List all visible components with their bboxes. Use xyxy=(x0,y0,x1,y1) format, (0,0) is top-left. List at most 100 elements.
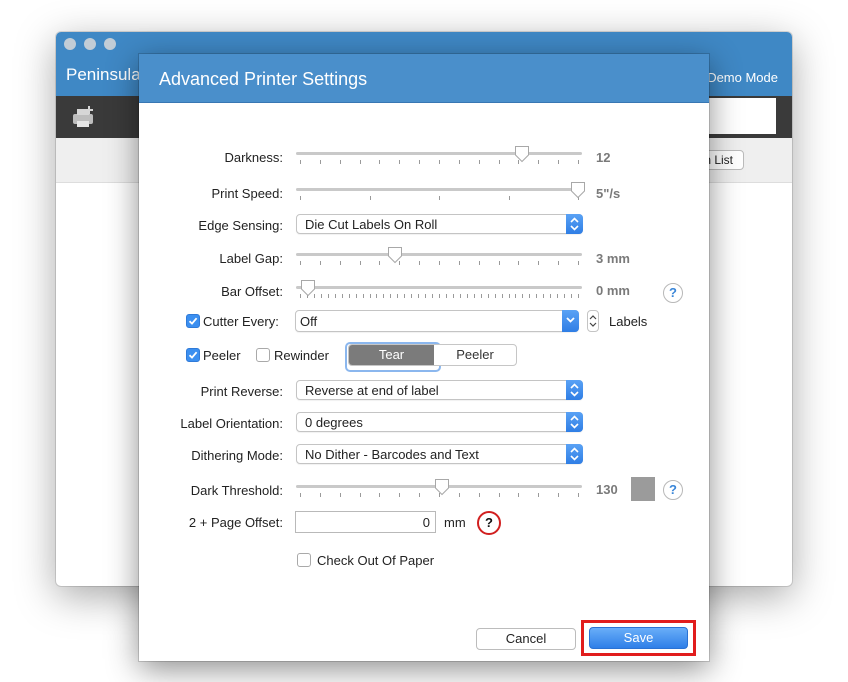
cutter-every-checkbox[interactable] xyxy=(186,314,200,328)
cutter-every-value: Off xyxy=(300,314,318,329)
slider-tick xyxy=(536,294,538,298)
rewinder-checkbox[interactable] xyxy=(256,348,270,362)
peeler-checkbox[interactable] xyxy=(186,348,200,362)
stepper-arrows-icon xyxy=(589,315,597,327)
zoom-window-icon[interactable] xyxy=(104,38,116,50)
dialog-header: Advanced Printer Settings xyxy=(139,54,709,103)
slider-tick xyxy=(518,261,520,265)
slider-tick xyxy=(439,196,440,200)
slider-tick xyxy=(578,294,579,298)
slider-thumb[interactable] xyxy=(514,145,530,163)
slider-tick xyxy=(327,294,329,298)
bar-offset-slider[interactable] xyxy=(296,280,582,302)
slider-thumb[interactable] xyxy=(570,181,586,199)
slider-track xyxy=(296,188,582,191)
slider-tick xyxy=(564,294,566,298)
label-orientation-value: 0 degrees xyxy=(305,415,363,430)
slider-tick xyxy=(478,261,480,265)
slider-tick xyxy=(508,196,510,200)
cutter-every-label: Cutter Every: xyxy=(203,314,279,329)
label-gap-slider[interactable] xyxy=(296,247,582,269)
minimize-window-icon[interactable] xyxy=(84,38,96,50)
slider-tick xyxy=(543,294,545,298)
slider-tick xyxy=(411,294,413,298)
cutter-every-select[interactable]: Off xyxy=(295,310,579,332)
print-reverse-select[interactable]: Reverse at end of label xyxy=(296,380,583,400)
cutter-every-stepper[interactable] xyxy=(587,310,599,332)
slider-tick xyxy=(459,294,461,298)
slider-tick xyxy=(473,294,475,298)
slider-thumb[interactable] xyxy=(434,478,450,496)
slider-tick xyxy=(558,261,560,265)
segment-tear[interactable]: Tear xyxy=(349,345,434,365)
slider-tick xyxy=(300,261,301,265)
edge-sensing-select[interactable]: Die Cut Labels On Roll xyxy=(296,214,583,234)
slider-tick xyxy=(558,493,560,497)
slider-track xyxy=(296,286,582,289)
slider-tick xyxy=(320,294,322,298)
slider-tick xyxy=(319,160,321,164)
slider-tick xyxy=(529,294,531,298)
print-reverse-label: Print Reverse: xyxy=(200,384,283,399)
slider-tick xyxy=(439,160,440,164)
tear-peeler-segmented-control[interactable]: Tear Peeler xyxy=(348,344,517,366)
dark-threshold-value: 130 xyxy=(596,482,618,497)
bar-offset-help-button[interactable]: ? xyxy=(663,283,683,303)
darkness-label: Darkness: xyxy=(224,150,283,165)
save-button[interactable]: Save xyxy=(589,627,688,649)
slider-thumb[interactable] xyxy=(387,246,403,264)
slider-tick xyxy=(300,160,301,164)
slider-tick xyxy=(518,493,520,497)
print-speed-slider[interactable] xyxy=(296,182,585,204)
slider-tick xyxy=(425,294,427,298)
slider-tick xyxy=(558,160,560,164)
dark-threshold-help-button[interactable]: ? xyxy=(663,480,683,500)
check-out-of-paper-checkbox[interactable] xyxy=(297,553,311,567)
page-offset-unit: mm xyxy=(444,515,466,530)
dithering-mode-select[interactable]: No Dither - Barcodes and Text xyxy=(296,444,583,464)
page-offset-help-button[interactable]: ? xyxy=(477,511,501,535)
slider-tick xyxy=(419,160,421,164)
page-offset-input[interactable]: 0 xyxy=(295,511,436,533)
slider-tick xyxy=(458,493,460,497)
slider-tick xyxy=(494,294,496,298)
label-gap-label: Label Gap: xyxy=(219,251,283,266)
slider-tick xyxy=(369,294,371,298)
slider-tick xyxy=(487,294,489,298)
printer-icon[interactable] xyxy=(70,106,96,128)
slider-tick xyxy=(339,261,341,265)
label-orientation-select[interactable]: 0 degrees xyxy=(296,412,583,432)
slider-tick xyxy=(480,294,482,298)
cutter-every-unit: Labels xyxy=(609,314,648,329)
close-window-icon[interactable] xyxy=(64,38,76,50)
slider-tick xyxy=(419,261,421,265)
slider-tick xyxy=(359,160,361,164)
dark-threshold-label: Dark Threshold: xyxy=(190,483,283,498)
slider-tick xyxy=(578,493,579,497)
slider-tick xyxy=(445,294,447,298)
slider-tick xyxy=(439,294,440,298)
slider-tick xyxy=(348,294,350,298)
darkness-value: 12 xyxy=(596,150,611,165)
slider-tick xyxy=(399,493,401,497)
slider-thumb[interactable] xyxy=(300,279,316,297)
slider-tick xyxy=(538,160,540,164)
slider-tick xyxy=(498,493,500,497)
dark-threshold-slider[interactable] xyxy=(296,479,582,501)
slider-tick xyxy=(478,493,480,497)
page-offset-label: 2 + Page Offset: xyxy=(188,515,283,530)
darkness-slider[interactable] xyxy=(296,146,582,168)
slider-tick xyxy=(498,261,500,265)
cancel-button[interactable]: Cancel xyxy=(476,628,576,650)
segment-peeler[interactable]: Peeler xyxy=(434,345,516,365)
slider-tick xyxy=(359,493,361,497)
app-title: Peninsula xyxy=(66,65,141,84)
label-gap-value: 3 mm xyxy=(596,251,630,266)
slider-tick xyxy=(369,196,371,200)
bar-offset-label: Bar Offset: xyxy=(221,284,283,299)
slider-tick xyxy=(432,294,434,298)
slider-tick xyxy=(319,493,321,497)
slider-tick xyxy=(515,294,517,298)
slider-tick xyxy=(578,261,579,265)
peeler-checkbox-label: Peeler xyxy=(203,348,241,363)
